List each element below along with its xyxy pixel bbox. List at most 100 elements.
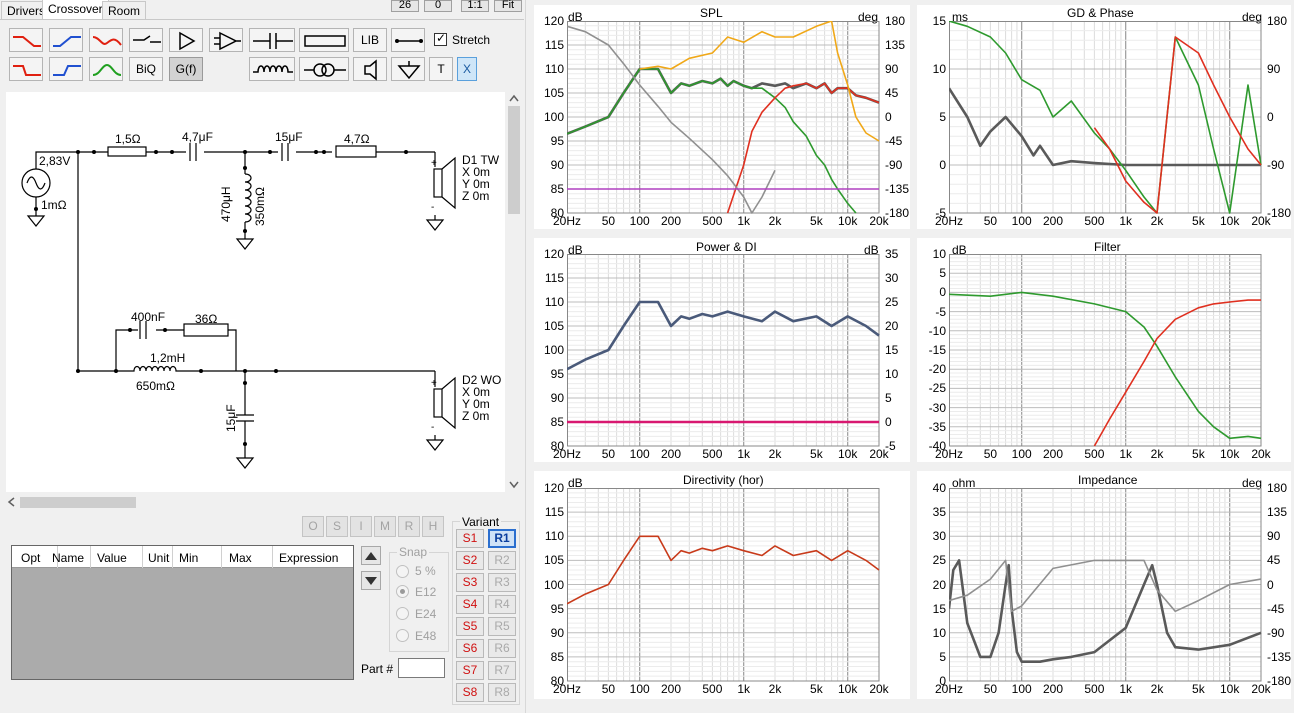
- snap-e24-radio[interactable]: [396, 607, 409, 620]
- opt-h-button[interactable]: H: [422, 516, 444, 537]
- tab-crossover[interactable]: Crossover: [42, 0, 109, 20]
- gf-button[interactable]: G(f): [169, 57, 203, 81]
- source-voltage-label[interactable]: 2,83V: [39, 154, 70, 168]
- bandpass-green-button[interactable]: [89, 57, 123, 81]
- variant-s6-button[interactable]: S6: [456, 639, 484, 658]
- col-name[interactable]: Name: [52, 551, 84, 565]
- optimizer-table[interactable]: Opt Name Value Unit Min Max Expression: [11, 545, 354, 680]
- r3-label[interactable]: 36Ω: [195, 312, 217, 326]
- c1-label[interactable]: 4,7μF: [182, 130, 213, 144]
- col-unit[interactable]: Unit: [148, 551, 169, 565]
- library-button[interactable]: LIB: [353, 28, 387, 52]
- c2-label[interactable]: 15μF: [275, 130, 303, 144]
- stretch-checkbox[interactable]: [434, 31, 447, 46]
- schematic-canvas[interactable]: + - + - 2,83V 1mΩ 1,5Ω 4,7μF 15μF 4,7Ω 470…: [6, 92, 505, 492]
- variant-r3-button[interactable]: R3: [488, 573, 516, 592]
- tab-room[interactable]: Room: [102, 1, 147, 19]
- spl-y-tick: 105: [543, 86, 564, 100]
- move-down-button[interactable]: [361, 571, 381, 590]
- snap-5pct-radio[interactable]: [396, 565, 409, 578]
- variant-s3-button[interactable]: S3: [456, 573, 484, 592]
- schematic-horizontal-scrollbar[interactable]: [6, 494, 521, 511]
- fit-button[interactable]: Fit: [494, 0, 522, 12]
- snap-e12-radio[interactable]: [396, 585, 409, 598]
- l1-resistance-label[interactable]: 350mΩ: [253, 187, 267, 226]
- r2-label[interactable]: 4,7Ω: [344, 132, 370, 146]
- variant-r4-button[interactable]: R4: [488, 595, 516, 614]
- directivity-x-tick: 20k: [869, 682, 889, 696]
- opt-r-button[interactable]: R: [398, 516, 420, 537]
- variant-r6-button[interactable]: R6: [488, 639, 516, 658]
- transformer-button[interactable]: [299, 57, 349, 81]
- offset-value-button[interactable]: 0: [424, 0, 452, 12]
- opt-m-button[interactable]: M: [374, 516, 396, 537]
- bandpass-red-button[interactable]: [89, 28, 123, 52]
- highpass-blue-button[interactable]: [49, 28, 83, 52]
- schematic-vertical-scrollbar[interactable]: [506, 92, 522, 492]
- variant-r7-button[interactable]: R7: [488, 661, 516, 680]
- resistor-button[interactable]: [299, 28, 349, 52]
- col-opt[interactable]: Opt: [21, 551, 40, 565]
- opamp-button[interactable]: [209, 28, 243, 52]
- l2-resistance-label[interactable]: 650mΩ: [136, 379, 175, 393]
- variant-s1-button[interactable]: S1: [456, 529, 484, 548]
- variant-s2-button[interactable]: S2: [456, 551, 484, 570]
- variant-s7-button[interactable]: S7: [456, 661, 484, 680]
- col-min[interactable]: Min: [179, 551, 198, 565]
- variant-r1-button[interactable]: R1: [488, 529, 516, 548]
- variant-s5-button[interactable]: S5: [456, 617, 484, 636]
- spl-y2-tick: -45: [885, 134, 903, 148]
- biquad-button[interactable]: BiQ: [129, 57, 163, 81]
- variant-r5-button[interactable]: R5: [488, 617, 516, 636]
- text-button[interactable]: T: [429, 57, 453, 81]
- c3-label[interactable]: 400nF: [131, 310, 165, 324]
- spl-y2-tick: -90: [885, 158, 903, 172]
- lowpass-steep-icon: [13, 65, 41, 76]
- l2-label[interactable]: 1,2mH: [150, 351, 185, 365]
- spl-y2-tick: 90: [885, 62, 899, 76]
- move-up-button[interactable]: [361, 546, 381, 565]
- inductor-button[interactable]: [249, 57, 295, 81]
- wire-button[interactable]: [391, 28, 425, 52]
- opt-o-button[interactable]: O: [302, 516, 324, 537]
- c4-label[interactable]: 15μF: [224, 404, 238, 432]
- wire-icon: [395, 39, 423, 43]
- col-expression[interactable]: Expression: [279, 551, 338, 565]
- lowpass-icon: [13, 36, 41, 47]
- highpass-steep-icon: [53, 65, 81, 76]
- delete-button[interactable]: X: [457, 57, 477, 81]
- tab-divider: [0, 19, 524, 20]
- l1-label[interactable]: 470μH: [219, 186, 233, 222]
- impedance-y2-tick: 135: [1267, 505, 1288, 520]
- spl-y-tick: 85: [550, 182, 564, 196]
- variant-r2-button[interactable]: R2: [488, 551, 516, 570]
- one-to-one-button[interactable]: 1:1: [461, 0, 489, 12]
- variant-s8-button[interactable]: S8: [456, 683, 484, 702]
- source-impedance-label[interactable]: 1mΩ: [41, 198, 67, 212]
- col-value[interactable]: Value: [97, 551, 127, 565]
- opamp-icon: [214, 31, 241, 51]
- zoom-value-button[interactable]: 26: [391, 0, 419, 12]
- snap-e48-radio[interactable]: [396, 629, 409, 642]
- amplifier-button[interactable]: [169, 28, 203, 52]
- amplifier-icon: [179, 31, 196, 51]
- speaker-button[interactable]: [353, 57, 387, 81]
- variant-label: Variant: [460, 515, 502, 529]
- d1-z: Z 0m: [462, 189, 490, 203]
- switch-button[interactable]: [129, 28, 163, 52]
- spl-plot: [567, 21, 880, 214]
- splitter[interactable]: [525, 0, 526, 713]
- opt-i-button[interactable]: I: [350, 516, 372, 537]
- lowpass-red-2-button[interactable]: [9, 57, 43, 81]
- r1-label[interactable]: 1,5Ω: [115, 132, 141, 146]
- ground-button[interactable]: [391, 57, 425, 81]
- capacitor-button[interactable]: [249, 28, 295, 52]
- variant-r8-button[interactable]: R8: [488, 683, 516, 702]
- col-max[interactable]: Max: [229, 551, 252, 565]
- filter-y-tick: -20: [928, 362, 946, 377]
- highpass-blue-2-button[interactable]: [49, 57, 83, 81]
- variant-s4-button[interactable]: S4: [456, 595, 484, 614]
- lowpass-red-button[interactable]: [9, 28, 43, 52]
- opt-s-button[interactable]: S: [326, 516, 348, 537]
- part-number-input[interactable]: [398, 658, 445, 678]
